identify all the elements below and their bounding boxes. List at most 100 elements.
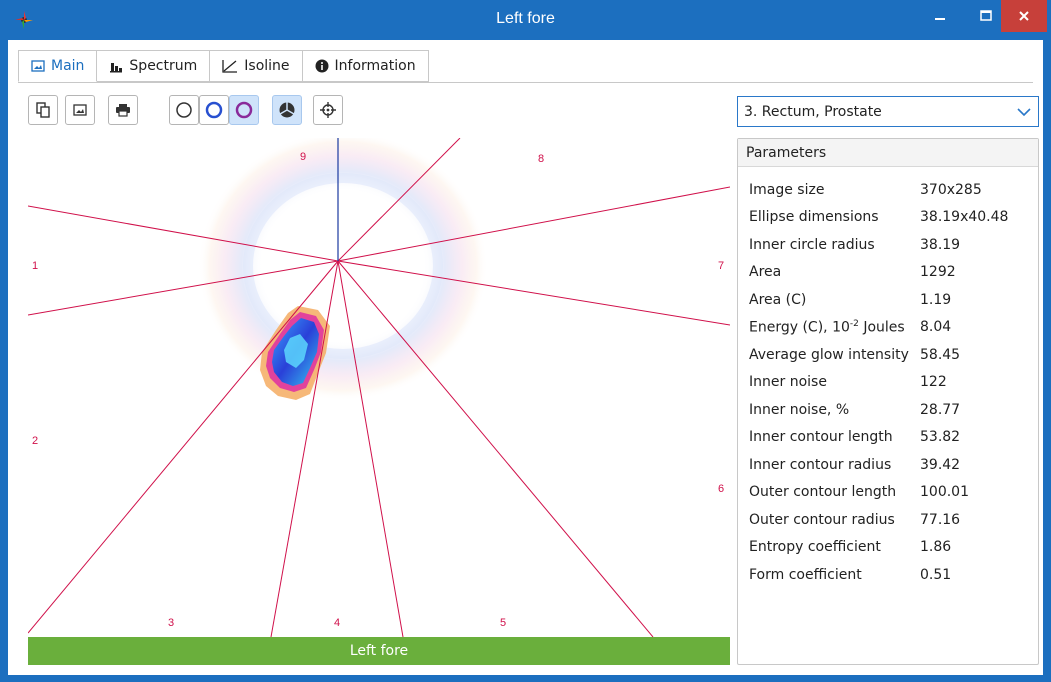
param-name: Inner noise (749, 374, 827, 390)
sector-label-2: 2 (32, 435, 38, 447)
print-icon (116, 104, 130, 117)
param-row-ellipse-dimensions: Ellipse dimensions 38.19x40.48 (749, 209, 1034, 229)
tab-information-label: Information (334, 58, 416, 74)
param-row-inner-noise: Inner noise 122 (749, 374, 1034, 394)
tab-spectrum[interactable]: Spectrum (97, 50, 211, 82)
chevron-down-icon (1017, 108, 1031, 117)
sector-label-1: 1 (32, 260, 38, 272)
minimize-button[interactable] (917, 0, 963, 32)
param-row-inner-circle-radius: Inner circle radius 38.19 (749, 237, 1034, 257)
print-button[interactable] (108, 95, 138, 125)
image-icon (31, 59, 45, 73)
organ-select[interactable]: 3. Rectum, Prostate (737, 96, 1039, 127)
param-value: 1292 (920, 264, 956, 280)
param-value: 0.51 (920, 567, 952, 583)
image-caption-label: Left fore (349, 643, 409, 659)
sectors-button[interactable] (272, 95, 302, 125)
param-name: Inner contour length (749, 429, 893, 445)
param-value: 370x285 (920, 182, 982, 198)
param-name: Form coefficient (749, 567, 862, 583)
sector-label-9: 9 (300, 151, 306, 163)
tab-bar: Main Spectrum Isoline Information (18, 50, 429, 82)
param-value: 38.19x40.48 (920, 209, 1009, 225)
circle-outline-button[interactable] (169, 95, 199, 125)
window-title: Left fore (496, 10, 555, 27)
param-row-form-coefficient: Form coefficient 0.51 (749, 567, 1034, 587)
app-window: Left fore Main Spectrum Isoline Informat… (0, 0, 1051, 682)
sector-label-5: 5 (500, 617, 506, 629)
copy-icon (36, 102, 50, 118)
param-row-inner-noise-percent: Inner noise, % 28.77 (749, 402, 1034, 422)
sector-line (28, 260, 339, 634)
param-row-inner-contour-length: Inner contour length 53.82 (749, 429, 1034, 449)
organ-select-value: 3. Rectum, Prostate (744, 103, 882, 120)
tab-isoline-label: Isoline (244, 58, 290, 74)
circle-blue-button[interactable] (199, 95, 229, 125)
sector-label-3: 3 (168, 617, 174, 629)
param-row-entropy-coefficient: Entropy coefficient 1.86 (749, 539, 1034, 559)
center-target-button[interactable] (313, 95, 343, 125)
tab-spectrum-label: Spectrum (129, 58, 198, 74)
gdv-image-canvas[interactable]: 9 8 1 7 2 6 3 4 5 (28, 138, 730, 637)
sectors-icon (279, 102, 295, 118)
param-name: Outer contour length (749, 484, 897, 500)
title-bar[interactable]: Left fore (0, 0, 1051, 40)
sector-line (337, 260, 654, 637)
param-name-prefix: Energy (C), 10 (749, 319, 850, 336)
param-value: 1.19 (920, 292, 952, 308)
minimize-icon (935, 18, 945, 20)
param-name: Inner noise, % (749, 402, 850, 418)
param-row-outer-contour-length: Outer contour length 100.01 (749, 484, 1034, 504)
param-value: 122 (920, 374, 947, 390)
circle-blue-icon (205, 101, 223, 119)
maximize-icon (980, 10, 992, 21)
circle-purple-icon (235, 101, 253, 119)
param-value: 28.77 (920, 402, 961, 418)
param-value: 38.19 (920, 237, 961, 253)
param-value: 1.86 (920, 539, 952, 555)
tab-main[interactable]: Main (18, 50, 98, 82)
save-image-button[interactable] (65, 95, 95, 125)
center-target-icon (320, 102, 336, 118)
param-row-energy: Energy (C), 10-2 Joules 8.04 (749, 319, 1034, 339)
line-chart-icon (222, 59, 238, 73)
sector-label-8: 8 (538, 153, 544, 165)
tab-information[interactable]: Information (302, 50, 429, 82)
parameters-header: Parameters (738, 139, 1038, 167)
param-row-image-size: Image size 370x285 (749, 182, 1034, 202)
param-row-inner-contour-radius: Inner contour radius 39.42 (749, 457, 1034, 477)
parameters-panel: Parameters Image size 370x285 Ellipse dim… (737, 138, 1039, 665)
tab-isoline[interactable]: Isoline (210, 50, 303, 82)
tab-divider (18, 82, 1033, 83)
param-value: 8.04 (920, 319, 952, 335)
tab-main-label: Main (51, 58, 85, 74)
client-area: Main Spectrum Isoline Information 3. Rec… (8, 40, 1043, 675)
param-name: Outer contour radius (749, 512, 895, 528)
gdv-image-svg: 9 8 1 7 2 6 3 4 5 (28, 138, 730, 637)
param-value: 77.16 (920, 512, 961, 528)
param-row-area: Area 1292 (749, 264, 1034, 284)
param-name: Inner contour radius (749, 457, 892, 473)
param-name: Average glow intensity (749, 347, 909, 363)
param-name-suffix: Joules (858, 319, 905, 336)
param-name: Area (749, 264, 782, 280)
param-name: Inner circle radius (749, 237, 875, 253)
param-name: Entropy coefficient (749, 539, 881, 555)
copy-button[interactable] (28, 95, 58, 125)
circle-outline-icon (176, 102, 192, 118)
close-button[interactable] (1001, 0, 1047, 32)
param-name: Ellipse dimensions (749, 209, 879, 225)
param-name: Energy (C), 10-2 Joules (749, 319, 905, 336)
param-value: 58.45 (920, 347, 961, 363)
image-caption-bar: Left fore (28, 637, 730, 665)
sector-label-7: 7 (718, 260, 724, 272)
sector-label-4: 4 (334, 617, 340, 629)
param-name: Image size (749, 182, 825, 198)
close-icon (1019, 11, 1029, 21)
param-row-area-c: Area (C) 1.19 (749, 292, 1034, 312)
image-icon (73, 104, 87, 116)
param-name-exponent: -2 (849, 319, 859, 329)
sector-label-6: 6 (718, 483, 724, 495)
circle-purple-button[interactable] (229, 95, 259, 125)
param-value: 53.82 (920, 429, 961, 445)
